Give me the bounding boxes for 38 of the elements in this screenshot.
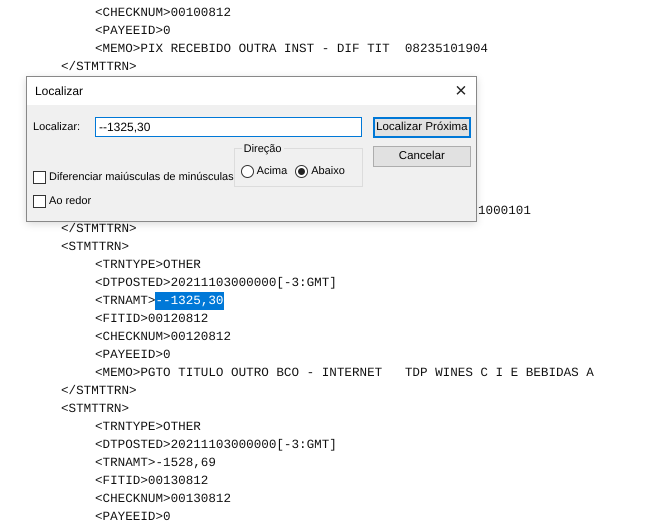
code-line: <DTPOSTED>20211103000000[-3:GMT] bbox=[95, 437, 337, 454]
code-line: <TRNTYPE>OTHER bbox=[95, 419, 201, 436]
radio-button[interactable] bbox=[295, 165, 308, 178]
code-line: <PAYEEID>0 bbox=[95, 347, 171, 364]
find-field[interactable]: --1325,30 bbox=[95, 117, 362, 137]
tag-line: <STMTTRN> bbox=[61, 401, 130, 418]
radio-label: Acima bbox=[256, 164, 288, 180]
code-line: <CHECKNUM>00100812 bbox=[95, 5, 232, 22]
code-line: <PAYEEID>0 bbox=[95, 23, 171, 40]
code-line: <FITID>00130812 bbox=[95, 473, 208, 490]
selected-text: --1325,30 bbox=[155, 292, 224, 310]
radio-button[interactable] bbox=[240, 165, 254, 178]
tag-line: <STMTTRN> bbox=[61, 239, 130, 256]
code-line: <PAYEEID>0 bbox=[95, 509, 171, 526]
group-title: Direção bbox=[242, 141, 284, 158]
code-line: <TRNAMT>-1528,69 bbox=[95, 455, 216, 472]
tag-line: </STMTTRN> bbox=[61, 383, 137, 400]
checkbox[interactable] bbox=[33, 194, 46, 208]
checkbox-label: Ao redor bbox=[49, 194, 92, 208]
checkbox[interactable] bbox=[33, 170, 46, 184]
code-line: <TRNTYPE>OTHER bbox=[95, 257, 201, 274]
code-line: <CHECKNUM>00120812 bbox=[95, 329, 232, 346]
code-line: 1000101 bbox=[478, 203, 531, 220]
find-next-button[interactable]: Localizar Próxima bbox=[372, 117, 471, 138]
code-line: <MEMO>PGTO TITULO OUTRO BCO - INTERNET TDP WINES C I E BEBIDAS A bbox=[95, 365, 594, 382]
code-line: <TRNAMT> bbox=[95, 293, 156, 310]
tag-line: </STMTTRN> bbox=[61, 221, 137, 238]
checkbox-label: Diferenciar maiúsculas de minúsculas bbox=[49, 170, 234, 184]
code-line: <DTPOSTED>20211103000000[-3:GMT] bbox=[95, 275, 337, 292]
close-button[interactable]: × bbox=[446, 77, 476, 105]
code-line: <CHECKNUM>00130812 bbox=[95, 491, 232, 508]
find-label: Localizar: bbox=[33, 120, 82, 135]
radio-label: Abaixo bbox=[311, 164, 345, 180]
dialog-title: Localizar bbox=[35, 83, 84, 100]
code-line: <FITID>00120812 bbox=[95, 311, 208, 328]
code-line: <MEMO>PIX RECEBIDO OUTRA INST - DIF TIT 08235101904 bbox=[95, 41, 488, 58]
tag-line: </STMTTRN> bbox=[61, 59, 137, 76]
cancel-button[interactable]: Cancelar bbox=[372, 146, 471, 167]
